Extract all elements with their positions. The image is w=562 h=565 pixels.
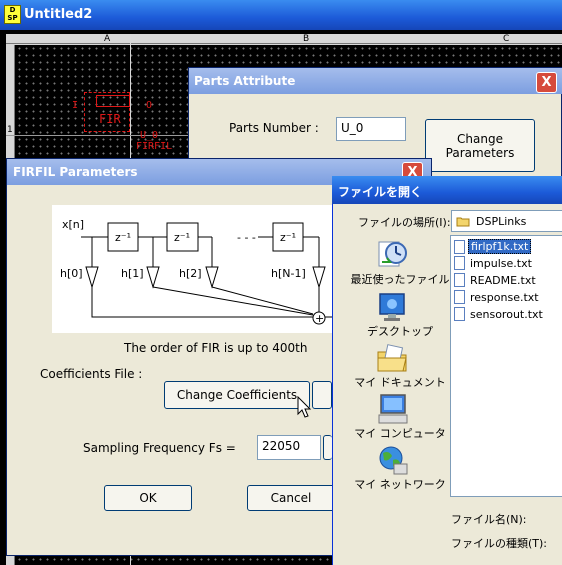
fir-order-note: The order of FIR is up to 400th <box>124 341 308 355</box>
column-label-c: C <box>503 34 510 44</box>
tap-label-1: h[1] <box>121 267 144 280</box>
places-bar: 最近使ったファイル デスクトップ マイ ドキュメント マイ コンピュータ マイ … <box>346 236 456 496</box>
file-name-4: sensorout.txt <box>470 307 543 321</box>
file-name-1: impulse.txt <box>470 256 532 270</box>
app-icon-text-bottom: SP <box>7 14 18 22</box>
my-documents-icon <box>377 344 407 372</box>
delay-label-1: z⁻¹ <box>115 231 131 244</box>
open-file-title: ファイルを開く <box>338 185 423 199</box>
parts-attribute-close-button[interactable]: X <box>536 72 557 93</box>
diagram-ellipsis: - - - <box>237 231 256 244</box>
diagram-input-label: x[n] <box>62 218 84 231</box>
look-in-label: ファイルの場所(I): <box>358 216 451 229</box>
tap-label-3: h[N-1] <box>271 267 306 280</box>
file-name-0: firlpf1k.txt <box>468 239 532 254</box>
sampling-frequency-extra[interactable] <box>323 435 332 460</box>
fir-part-symbol <box>96 95 130 107</box>
text-file-icon <box>454 290 465 304</box>
fir-block-diagram: x[n] z⁻¹ z⁻¹ z⁻¹ - - - h[0] h[1] h[2] h[… <box>52 205 332 333</box>
grid-line-top <box>6 44 562 45</box>
parts-number-field[interactable]: U_0 <box>336 117 406 141</box>
fir-part-label: FIR <box>99 112 121 126</box>
place-label-recent: 最近使ったファイル <box>350 273 450 286</box>
change-coefficients-button[interactable]: Change Coefficients <box>164 381 310 409</box>
app-icon-text-top: D <box>9 6 16 14</box>
change-parameters-button[interactable]: Change Parameters <box>425 119 535 172</box>
place-label-my-documents: マイ ドキュメント <box>354 376 446 389</box>
text-file-icon <box>454 256 465 270</box>
parts-attribute-title: Parts Attribute <box>194 74 296 88</box>
file-item-1[interactable]: impulse.txt <box>454 256 534 270</box>
look-in-value: DSPLinks <box>476 214 527 228</box>
filename-label: ファイル名(N): <box>451 513 527 526</box>
app-icon[interactable]: D SP <box>4 5 21 24</box>
fir-part-in-pin: I <box>72 100 79 111</box>
file-item-3[interactable]: response.txt <box>454 290 541 304</box>
place-my-computer[interactable]: マイ コンピュータ <box>346 393 456 443</box>
column-label-a: A <box>104 34 111 44</box>
filetype-label: ファイルの種類(T): <box>451 537 548 550</box>
tap-label-2: h[2] <box>179 267 202 280</box>
text-file-icon <box>454 239 465 254</box>
delay-label-2: z⁻¹ <box>174 231 190 244</box>
place-label-my-network: マイ ネットワーク <box>354 478 446 491</box>
file-item-0[interactable]: firlpf1k.txt <box>454 239 532 254</box>
my-network-icon <box>379 446 408 475</box>
place-my-documents[interactable]: マイ ドキュメント <box>346 342 456 392</box>
column-header: A B C <box>6 34 562 44</box>
fir-part-instance: U_0 <box>140 130 159 141</box>
ok-button[interactable]: OK <box>104 485 192 511</box>
sampling-frequency-field[interactable]: 22050 <box>257 435 321 460</box>
text-file-icon <box>454 273 465 287</box>
fir-part-type: FIRFIL <box>136 141 173 152</box>
delay-label-3: z⁻¹ <box>280 231 296 244</box>
recent-files-icon <box>378 241 407 267</box>
cancel-button[interactable]: Cancel <box>247 485 335 511</box>
file-list[interactable]: firlpf1k.txt impulse.txt README.txt resp… <box>450 235 562 497</box>
fir-part-out-pin: O <box>146 100 153 111</box>
sampling-frequency-label: Sampling Frequency Fs = <box>83 441 236 455</box>
coefficients-extra-button[interactable] <box>312 381 332 409</box>
parts-number-label: Parts Number : <box>229 121 319 135</box>
sum-label: + <box>315 312 324 325</box>
desktop-icon <box>379 293 405 321</box>
column-label-b: B <box>303 34 310 44</box>
look-in-dropdown[interactable]: DSPLinks <box>451 210 562 232</box>
window-title: Untitled2 <box>24 7 93 22</box>
file-name-3: response.txt <box>470 290 539 304</box>
folder-icon <box>456 217 470 226</box>
place-label-desktop: デスクトップ <box>367 325 433 338</box>
row-label-1: 1 <box>7 125 13 135</box>
tap-label-0: h[0] <box>60 267 83 280</box>
file-name-2: README.txt <box>470 273 536 287</box>
file-item-4[interactable]: sensorout.txt <box>454 307 545 321</box>
mouse-cursor-icon <box>297 396 312 418</box>
coefficients-file-label: Coefficients File : <box>40 367 143 381</box>
firfil-title: FIRFIL Parameters <box>13 165 138 179</box>
text-file-icon <box>454 307 465 321</box>
place-label-my-computer: マイ コンピュータ <box>354 427 446 440</box>
place-my-network[interactable]: マイ ネットワーク <box>346 444 456 494</box>
my-computer-icon <box>378 394 408 424</box>
place-desktop[interactable]: デスクトップ <box>346 291 456 341</box>
place-recent[interactable]: 最近使ったファイル <box>346 236 456 288</box>
file-item-2[interactable]: README.txt <box>454 273 538 287</box>
